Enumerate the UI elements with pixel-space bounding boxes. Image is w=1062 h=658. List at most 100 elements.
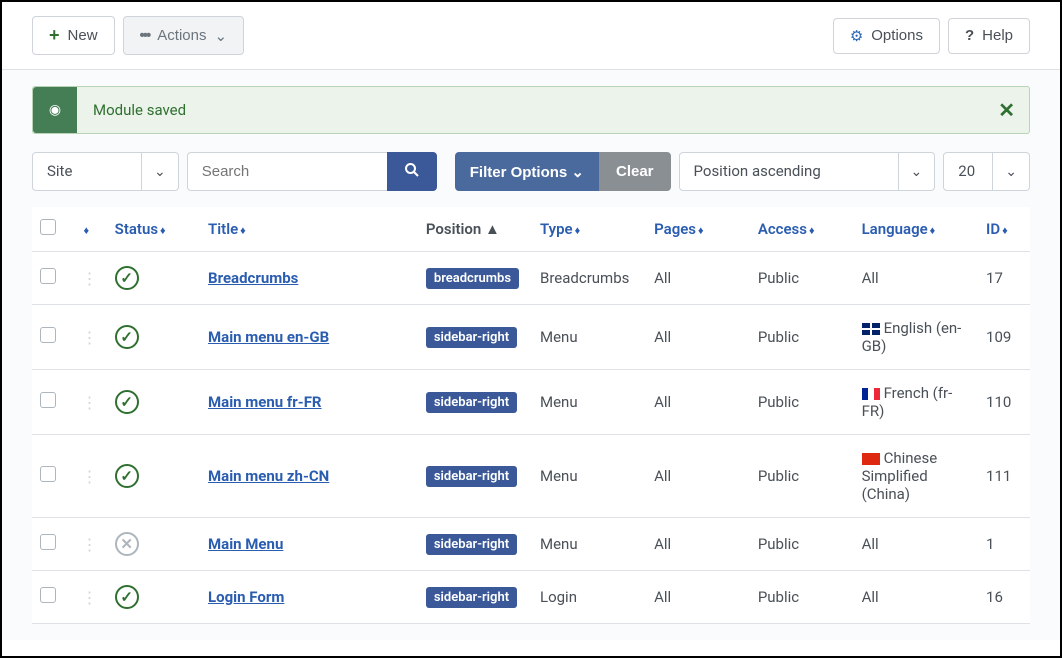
cell-id: 111 xyxy=(978,435,1030,518)
cell-type: Menu xyxy=(532,305,646,370)
table-row: ⋮ ✓ Main menu en-GB sidebar-right Menu A… xyxy=(32,305,1030,370)
module-title-link[interactable]: Main menu zh-CN xyxy=(208,467,329,485)
cell-pages: All xyxy=(646,518,750,571)
drag-handle-icon[interactable]: ⋮ xyxy=(81,269,97,288)
position-badge[interactable]: breadcrumbs xyxy=(426,268,519,289)
options-button[interactable]: ⚙ Options xyxy=(833,18,940,54)
cell-type: Menu xyxy=(532,435,646,518)
check-circle-icon: ◉ xyxy=(49,102,61,118)
column-type[interactable]: Type♦ xyxy=(532,207,646,252)
gear-icon: ⚙ xyxy=(850,27,863,45)
alert-close-button[interactable]: ✕ xyxy=(998,98,1015,122)
row-checkbox[interactable] xyxy=(40,268,56,284)
drag-handle-icon[interactable]: ⋮ xyxy=(81,467,97,486)
sort-select-value: Position ascending xyxy=(679,152,899,191)
cell-pages: All xyxy=(646,252,750,305)
position-badge[interactable]: sidebar-right xyxy=(426,534,517,555)
cell-access: Public xyxy=(750,252,854,305)
module-title-link[interactable]: Main Menu xyxy=(208,535,283,553)
drag-handle-icon[interactable]: ⋮ xyxy=(81,588,97,607)
chevron-down-icon: ⌄ xyxy=(993,152,1030,191)
position-badge[interactable]: sidebar-right xyxy=(426,466,517,487)
status-toggle[interactable]: ✕ xyxy=(115,532,139,556)
module-title-link[interactable]: Main menu fr-FR xyxy=(208,393,322,411)
plus-icon: + xyxy=(49,25,60,46)
flag-cn-icon xyxy=(862,453,880,465)
module-title-link[interactable]: Login Form xyxy=(208,588,284,606)
sort-select[interactable]: Position ascending ⌄ xyxy=(679,152,936,191)
limit-select[interactable]: 20 ⌄ xyxy=(943,152,1030,191)
row-checkbox[interactable] xyxy=(40,587,56,603)
cell-type: Login xyxy=(532,571,646,624)
cell-access: Public xyxy=(750,518,854,571)
column-pages[interactable]: Pages♦ xyxy=(646,207,750,252)
column-ordering[interactable]: ♦ xyxy=(73,207,106,252)
column-language[interactable]: Language♦ xyxy=(854,207,978,252)
row-checkbox[interactable] xyxy=(40,392,56,408)
status-toggle[interactable]: ✓ xyxy=(115,266,139,290)
status-toggle[interactable]: ✓ xyxy=(115,325,139,349)
status-toggle[interactable]: ✓ xyxy=(115,585,139,609)
alert-icon-box: ◉ xyxy=(33,87,77,133)
cell-id: 17 xyxy=(978,252,1030,305)
cell-type: Breadcrumbs xyxy=(532,252,646,305)
row-checkbox[interactable] xyxy=(40,327,56,343)
cell-pages: All xyxy=(646,305,750,370)
filter-options-label: Filter Options xyxy=(470,164,568,181)
sort-asc-icon: ▲ xyxy=(481,220,500,238)
cell-id: 1 xyxy=(978,518,1030,571)
actions-button-label: Actions xyxy=(157,27,206,44)
status-toggle[interactable]: ✓ xyxy=(115,464,139,488)
sort-icon: ♦ xyxy=(1002,224,1008,237)
cell-pages: All xyxy=(646,435,750,518)
column-title[interactable]: Title♦ xyxy=(200,207,418,252)
cell-id: 109 xyxy=(978,305,1030,370)
search-input[interactable] xyxy=(187,152,387,191)
actions-button[interactable]: ••• Actions ⌄ xyxy=(123,16,245,55)
column-position[interactable]: Position ▲ xyxy=(418,207,532,252)
module-title-link[interactable]: Main menu en-GB xyxy=(208,328,329,346)
status-toggle[interactable]: ✓ xyxy=(115,390,139,414)
cell-id: 110 xyxy=(978,370,1030,435)
cell-id: 16 xyxy=(978,571,1030,624)
position-badge[interactable]: sidebar-right xyxy=(426,587,517,608)
sort-icon: ♦ xyxy=(160,224,166,237)
table-row: ⋮ ✓ Main menu fr-FR sidebar-right Menu A… xyxy=(32,370,1030,435)
sort-icon: ♦ xyxy=(240,224,246,237)
limit-select-value: 20 xyxy=(943,152,993,191)
column-access[interactable]: Access♦ xyxy=(750,207,854,252)
column-status[interactable]: Status♦ xyxy=(107,207,200,252)
sort-icon: ♦ xyxy=(930,224,936,237)
table-row: ⋮ ✕ Main Menu sidebar-right Menu All Pub… xyxy=(32,518,1030,571)
search-button[interactable] xyxy=(387,152,437,191)
help-button-label: Help xyxy=(982,27,1013,44)
cell-access: Public xyxy=(750,370,854,435)
cell-type: Menu xyxy=(532,518,646,571)
filter-options-button[interactable]: Filter Options ⌄ xyxy=(455,152,599,191)
cell-pages: All xyxy=(646,571,750,624)
sort-icon: ♦ xyxy=(83,224,89,237)
table-row: ⋮ ✓ Breadcrumbs breadcrumbs Breadcrumbs … xyxy=(32,252,1030,305)
drag-handle-icon[interactable]: ⋮ xyxy=(81,535,97,554)
cell-access: Public xyxy=(750,435,854,518)
position-badge[interactable]: sidebar-right xyxy=(426,327,517,348)
sort-icon: ♦ xyxy=(575,224,581,237)
row-checkbox[interactable] xyxy=(40,466,56,482)
new-button[interactable]: + New xyxy=(32,16,115,55)
drag-handle-icon[interactable]: ⋮ xyxy=(81,393,97,412)
chevron-down-icon: ⌄ xyxy=(571,164,584,181)
drag-handle-icon[interactable]: ⋮ xyxy=(81,328,97,347)
help-button[interactable]: ? Help xyxy=(948,18,1030,54)
position-badge[interactable]: sidebar-right xyxy=(426,392,517,413)
row-checkbox[interactable] xyxy=(40,534,56,550)
clear-button[interactable]: Clear xyxy=(599,152,671,191)
sort-icon: ♦ xyxy=(809,224,815,237)
client-select[interactable]: Site ⌄ xyxy=(32,152,179,191)
cell-language: All xyxy=(854,571,978,624)
cell-access: Public xyxy=(750,571,854,624)
table-row: ⋮ ✓ Login Form sidebar-right Login All P… xyxy=(32,571,1030,624)
module-title-link[interactable]: Breadcrumbs xyxy=(208,269,298,287)
select-all-checkbox[interactable] xyxy=(40,219,56,235)
column-id[interactable]: ID♦ xyxy=(978,207,1030,252)
options-button-label: Options xyxy=(871,27,923,44)
